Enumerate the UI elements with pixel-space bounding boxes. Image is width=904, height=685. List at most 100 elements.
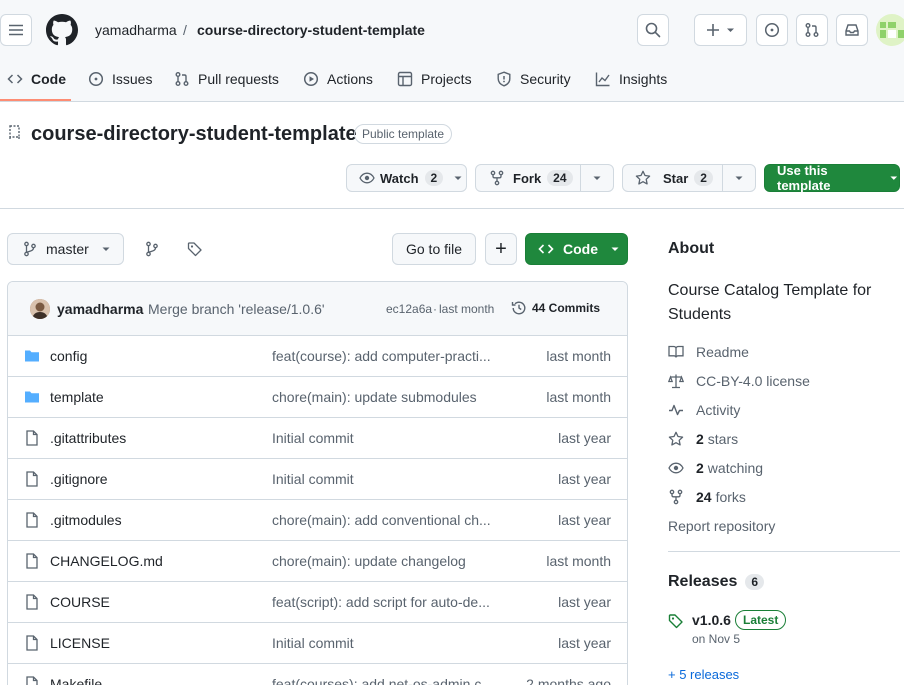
file-row[interactable]: Makefile feat(courses): add net-os-admin…	[8, 664, 627, 685]
tab-projects-label: Projects	[421, 71, 472, 87]
file-row[interactable]: COURSE feat(script): add script for auto…	[8, 582, 627, 623]
about-heading: About	[668, 240, 715, 257]
branches-link[interactable]	[144, 241, 160, 257]
file-name[interactable]: COURSE	[50, 594, 110, 610]
file-name[interactable]: .gitmodules	[50, 512, 122, 528]
template-repo-icon	[8, 125, 22, 141]
file-row[interactable]: .gitmodules chore(main): add conventiona…	[8, 500, 627, 541]
fork-dropdown-button[interactable]	[580, 164, 614, 192]
file-commit-message[interactable]: Initial commit	[272, 430, 354, 446]
releases-header[interactable]: Releases 6	[668, 573, 765, 591]
activity-link[interactable]: Activity	[668, 400, 740, 420]
eye-icon	[668, 462, 684, 474]
use-template-button[interactable]: Use this template	[764, 163, 900, 193]
report-repository-link[interactable]: Report repository	[668, 518, 775, 534]
file-name[interactable]: LICENSE	[50, 635, 110, 651]
go-to-file-button[interactable]: Go to file	[392, 233, 476, 265]
create-new-button[interactable]	[694, 14, 747, 46]
fork-button[interactable]: Fork 24	[475, 164, 581, 192]
file-commit-message[interactable]: chore(main): add conventional ch...	[272, 512, 491, 528]
tab-actions[interactable]: Actions	[303, 66, 373, 92]
file-icon	[26, 635, 38, 651]
file-browser: yamadharma Merge branch 'release/1.0.6' …	[7, 281, 628, 685]
file-date: last year	[558, 430, 611, 446]
commit-author-avatar[interactable]	[30, 299, 50, 319]
table-icon	[397, 71, 413, 87]
stars-link[interactable]: 2 stars	[668, 429, 738, 449]
eye-icon	[359, 172, 375, 184]
tab-projects[interactable]: Projects	[397, 66, 472, 92]
file-name[interactable]: template	[50, 389, 104, 405]
file-name[interactable]: .gitattributes	[50, 430, 126, 446]
star-dropdown-button[interactable]	[722, 164, 756, 192]
file-commit-message[interactable]: Initial commit	[272, 635, 354, 651]
commit-author[interactable]: yamadharma	[57, 301, 143, 317]
folder-icon	[25, 391, 39, 403]
file-commit-message[interactable]: chore(main): update submodules	[272, 389, 477, 405]
fork-icon	[490, 170, 504, 186]
file-commit-message[interactable]: chore(main): update changelog	[272, 553, 466, 569]
file-name[interactable]: Makefile	[50, 676, 102, 685]
releases-heading: Releases	[668, 573, 738, 590]
identicon-icon	[880, 22, 904, 38]
file-icon	[26, 553, 38, 569]
file-name[interactable]: .gitignore	[50, 471, 108, 487]
repo-title[interactable]: course-directory-student-template	[31, 122, 357, 146]
tab-security[interactable]: Security	[496, 66, 571, 92]
commit-message[interactable]: Merge branch 'release/1.0.6'	[148, 301, 325, 317]
commit-hash[interactable]: ec12a6a	[386, 302, 432, 316]
tab-code[interactable]: Code	[7, 66, 66, 92]
add-file-button[interactable]: +	[485, 233, 517, 265]
file-name[interactable]: config	[50, 348, 87, 364]
file-name[interactable]: CHANGELOG.md	[50, 553, 163, 569]
star-icon	[635, 170, 651, 185]
menu-button[interactable]	[0, 14, 32, 46]
file-row[interactable]: .gitignore Initial commit last year	[8, 459, 627, 500]
search-icon	[645, 22, 661, 38]
star-button[interactable]: Star 2	[622, 164, 723, 192]
star-icon	[668, 431, 684, 446]
issues-button[interactable]	[756, 14, 788, 46]
fork-count: 24	[547, 170, 573, 186]
tags-link[interactable]	[187, 241, 203, 257]
file-row[interactable]: config feat(course): add computer-practi…	[8, 336, 627, 377]
commits-link[interactable]: 44 Commits	[511, 300, 600, 316]
tab-issues[interactable]: Issues	[88, 66, 152, 92]
tab-pull-requests-label: Pull requests	[198, 71, 279, 87]
active-tab-underline	[0, 99, 71, 101]
tab-pull-requests[interactable]: Pull requests	[174, 66, 279, 92]
breadcrumb-owner[interactable]: yamadharma	[95, 21, 177, 39]
tab-insights[interactable]: Insights	[595, 66, 667, 92]
watch-button[interactable]: Watch 2	[346, 164, 467, 192]
file-commit-message[interactable]: feat(courses): add net-os-admin c...	[272, 676, 493, 685]
caret-down-icon	[611, 247, 619, 251]
code-dropdown-button[interactable]: Code	[525, 233, 628, 265]
graph-icon	[595, 72, 610, 87]
release-tag[interactable]: v1.0.6	[692, 612, 731, 628]
file-row[interactable]: .gitattributes Initial commit last year	[8, 418, 627, 459]
file-row[interactable]: template chore(main): update submodules …	[8, 377, 627, 418]
github-logo-icon[interactable]	[46, 14, 78, 46]
file-row[interactable]: CHANGELOG.md chore(main): update changel…	[8, 541, 627, 582]
more-releases-link[interactable]: + 5 releases	[668, 667, 739, 682]
search-button[interactable]	[637, 14, 669, 46]
branch-icon	[146, 241, 158, 257]
latest-badge: Latest	[735, 610, 787, 630]
pull-requests-button[interactable]	[796, 14, 828, 46]
watchers-link[interactable]: 2 watching	[668, 458, 763, 478]
breadcrumb-repo[interactable]: course-directory-student-template	[197, 21, 425, 39]
file-row[interactable]: LICENSE Initial commit last year	[8, 623, 627, 664]
branch-icon	[24, 241, 36, 257]
license-link[interactable]: CC-BY-4.0 license	[668, 371, 810, 391]
file-icon	[26, 471, 38, 487]
file-commit-message[interactable]: feat(course): add computer-practi...	[272, 348, 491, 364]
file-date: last year	[558, 512, 611, 528]
readme-link[interactable]: Readme	[668, 342, 749, 362]
user-avatar[interactable]	[876, 14, 904, 46]
inbox-button[interactable]	[836, 14, 868, 46]
forks-link[interactable]: 24 forks	[668, 487, 746, 507]
file-commit-message[interactable]: feat(script): add script for auto-de...	[272, 594, 490, 610]
file-commit-message[interactable]: Initial commit	[272, 471, 354, 487]
issue-icon	[764, 22, 780, 38]
branch-select-button[interactable]: master	[7, 233, 124, 265]
